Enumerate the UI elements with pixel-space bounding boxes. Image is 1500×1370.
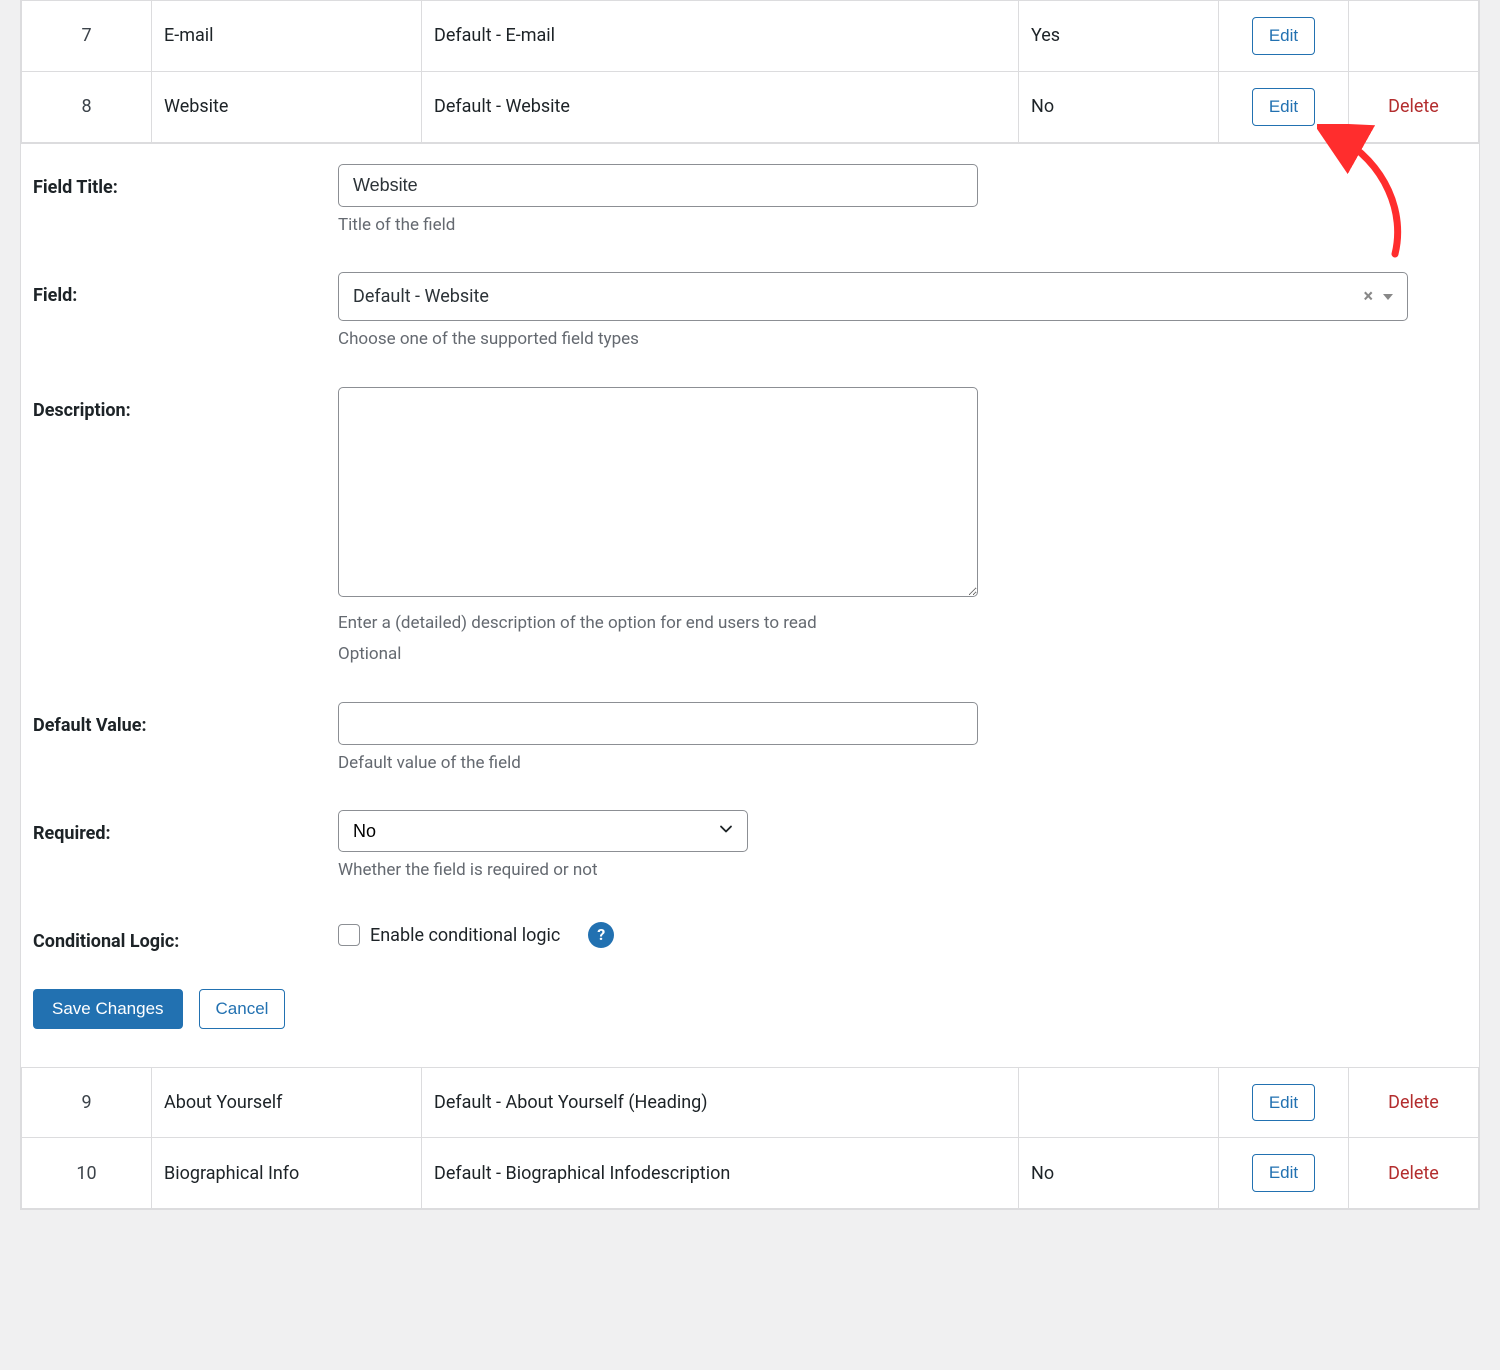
table-row: 10 Biographical Info Default - Biographi…	[22, 1138, 1479, 1209]
row-required	[1019, 1067, 1219, 1138]
row-field: Default - Website	[422, 71, 1019, 142]
row-number: 10	[22, 1138, 152, 1209]
field-type-value: Default - Website	[353, 283, 489, 310]
row-required: No	[1019, 71, 1219, 142]
row-title: About Yourself	[152, 1067, 422, 1138]
row-number: 9	[22, 1067, 152, 1138]
description-label: Description:	[33, 387, 338, 424]
table-row: 7 E-mail Default - E-mail Yes Edit	[22, 1, 1479, 72]
edit-button[interactable]: Edit	[1252, 17, 1315, 55]
row-delete-cell	[1349, 1, 1479, 72]
field-title-label: Field Title:	[33, 164, 338, 201]
chevron-down-icon	[1383, 294, 1393, 300]
row-title: Biographical Info	[152, 1138, 422, 1209]
description-help-2: Optional	[338, 642, 1467, 668]
field-title-input[interactable]	[338, 164, 978, 207]
conditional-checkbox-label: Enable conditional logic	[370, 922, 560, 949]
default-value-label: Default Value:	[33, 702, 338, 739]
edit-button[interactable]: Edit	[1252, 1154, 1315, 1192]
row-field: Default - Biographical Infodescription	[422, 1138, 1019, 1209]
row-field: Default - About Yourself (Heading)	[422, 1067, 1019, 1138]
default-value-help: Default value of the field	[338, 751, 1467, 777]
field-list-top: 7 E-mail Default - E-mail Yes Edit 8 Web…	[21, 0, 1479, 143]
row-number: 7	[22, 1, 152, 72]
delete-link[interactable]: Delete	[1388, 1092, 1439, 1113]
delete-link[interactable]: Delete	[1388, 1163, 1439, 1184]
field-list-bottom: 9 About Yourself Default - About Yoursel…	[21, 1067, 1479, 1210]
delete-link[interactable]: Delete	[1388, 96, 1439, 117]
description-help-1: Enter a (detailed) description of the op…	[338, 611, 1467, 637]
required-help: Whether the field is required or not	[338, 858, 1467, 884]
field-title-help: Title of the field	[338, 213, 1467, 239]
field-type-label: Field:	[33, 272, 338, 309]
row-title: Website	[152, 71, 422, 142]
conditional-checkbox[interactable]	[338, 924, 360, 946]
field-type-select[interactable]: Default - Website ×	[338, 272, 1408, 321]
conditional-logic-label: Conditional Logic:	[33, 918, 338, 955]
default-value-input[interactable]	[338, 702, 978, 745]
table-row: 9 About Yourself Default - About Yoursel…	[22, 1067, 1479, 1138]
row-required: Yes	[1019, 1, 1219, 72]
row-field: Default - E-mail	[422, 1, 1019, 72]
edit-button[interactable]: Edit	[1252, 1084, 1315, 1122]
table-row: 8 Website Default - Website No Edit Dele…	[22, 71, 1479, 142]
required-label: Required:	[33, 810, 338, 847]
row-title: E-mail	[152, 1, 422, 72]
field-type-help: Choose one of the supported field types	[338, 327, 1467, 353]
field-edit-form: Field Title: Title of the field Field: D…	[21, 143, 1479, 1067]
row-required: No	[1019, 1138, 1219, 1209]
row-number: 8	[22, 71, 152, 142]
description-textarea[interactable]	[338, 387, 978, 597]
clear-icon[interactable]: ×	[1363, 283, 1373, 310]
help-icon[interactable]: ?	[588, 922, 614, 948]
cancel-button[interactable]: Cancel	[199, 989, 286, 1029]
save-changes-button[interactable]: Save Changes	[33, 989, 183, 1029]
required-select[interactable]: No	[338, 810, 748, 852]
edit-button[interactable]: Edit	[1252, 88, 1315, 126]
